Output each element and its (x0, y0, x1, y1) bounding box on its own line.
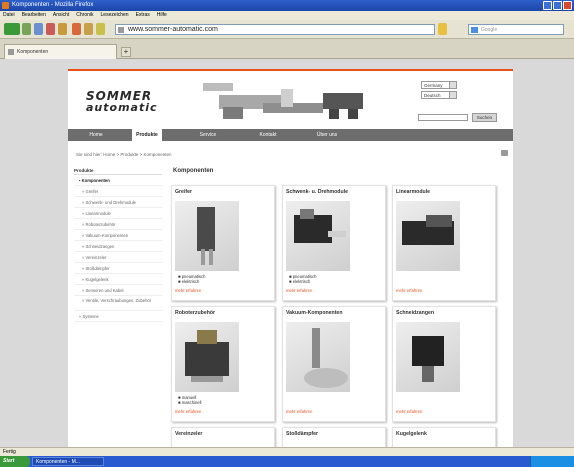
addon-icon[interactable] (72, 23, 81, 35)
sidebar-item-sensoren[interactable]: » Sensoren und Kabel (74, 285, 162, 296)
more-link[interactable]: mehr erfahren (396, 409, 422, 414)
site-search-input[interactable] (418, 114, 468, 121)
menubar: Datei Bearbeiten Ansicht Chronik Lesezei… (0, 11, 574, 20)
site-search-button[interactable]: Suchen (472, 113, 497, 122)
card-linearmodule[interactable]: Linearmodule mehr erfahren (392, 185, 496, 301)
tab-strip: Komponenten + (0, 39, 574, 59)
sidebar-item-linear[interactable]: » Linearmodule (74, 208, 162, 219)
sidebar-item-komponenten[interactable]: ▪ Komponenten (74, 175, 162, 186)
status-text: Fertig (3, 449, 16, 455)
tab-favicon (8, 49, 14, 55)
product-image (286, 322, 350, 392)
nav-service[interactable]: Service (194, 129, 222, 141)
chevron-down-icon (449, 82, 456, 88)
google-icon (471, 27, 478, 33)
page-viewport: SOMMER automatic Germany Deutsch Suchen … (0, 60, 574, 457)
navigation-toolbar: www.sommer-automatic.com Google (0, 20, 574, 39)
card-schwenk-drehmodule[interactable]: Schwenk- u. Drehmodule ■ pneumatisch ■ el… (282, 185, 386, 301)
card-greifer[interactable]: Greifer ■ pneumatisch ■ elektrisch mehr e… (171, 185, 275, 301)
new-tab-button[interactable]: + (121, 47, 131, 57)
search-input[interactable]: Google (468, 24, 564, 35)
status-bar: Fertig (0, 447, 574, 456)
nav-home[interactable]: Home (84, 129, 108, 141)
url-bar[interactable]: www.sommer-automatic.com (115, 24, 435, 35)
more-link[interactable]: mehr erfahren (175, 409, 201, 414)
window-title: Komponenten - Mozilla Firefox (12, 2, 94, 8)
sidebar-item-stossdaempfer[interactable]: » Stoßdämpfer (74, 263, 162, 274)
url-text: www.sommer-automatic.com (128, 26, 218, 33)
print-icon[interactable] (501, 150, 508, 156)
extension-icon[interactable] (96, 23, 105, 35)
sidebar-item-vakuum[interactable]: » Vakuum-Komponenten (74, 230, 162, 241)
start-button[interactable]: Start (0, 456, 30, 467)
home-button[interactable] (58, 23, 67, 35)
sidebar-item-vereinzeler[interactable]: » Vereinzeler (74, 252, 162, 263)
forward-button[interactable] (22, 23, 31, 35)
card-vakuum-komponenten[interactable]: Vakuum-Komponenten mehr erfahren (282, 306, 386, 422)
product-image (175, 322, 239, 392)
more-link[interactable]: mehr erfahren (286, 409, 312, 414)
sidebar-item-ventile[interactable]: » Ventile, Verschraubungen, Zubehör (74, 296, 162, 311)
product-image (396, 201, 460, 271)
nav-produkte[interactable]: Produkte (132, 129, 162, 141)
search-placeholder: Google (481, 27, 498, 33)
tab-komponenten[interactable]: Komponenten (4, 44, 117, 59)
sidebar-item-systeme[interactable]: » Systeme (74, 311, 162, 322)
firefox-icon (2, 2, 9, 9)
sommer-logo[interactable]: SOMMER automatic (86, 90, 166, 113)
sidebar-item-kugelgelenk[interactable]: » Kugelgelenk (74, 274, 162, 285)
sidebar-item-schwenk[interactable]: » Schwenk- und Drehmodule (74, 197, 162, 208)
tab-label: Komponenten (17, 49, 49, 55)
sidebar: Produkte ▪ Komponenten » Greifer » Schwe… (74, 167, 162, 322)
menu-lesezeichen[interactable]: Lesezeichen (101, 11, 129, 20)
maximize-button[interactable] (553, 1, 562, 10)
nav-ueber-uns[interactable]: Über uns (312, 129, 342, 141)
language-select[interactable]: Deutsch (421, 91, 457, 99)
more-link[interactable]: mehr erfahren (175, 288, 201, 293)
menu-datei[interactable]: Datei (3, 11, 15, 20)
product-image (286, 201, 350, 271)
chevron-down-icon (449, 92, 456, 98)
main-navigation: Home Produkte Service Kontakt Über uns (68, 129, 513, 141)
stop-button[interactable] (46, 23, 55, 35)
breadcrumb[interactable]: Sie sind hier: Home > Produkte > Kompone… (76, 152, 172, 157)
menu-extras[interactable]: Extras (136, 11, 150, 20)
window-titlebar: Komponenten - Mozilla Firefox (0, 0, 574, 11)
gripper-header-image (203, 83, 363, 119)
taskbar: Start Komponenten - M... (0, 456, 574, 467)
system-tray (530, 456, 574, 467)
more-link[interactable]: mehr erfahren (396, 288, 422, 293)
sidebar-head[interactable]: Produkte (74, 167, 162, 175)
taskbar-firefox-item[interactable]: Komponenten - M... (32, 457, 104, 466)
menu-chronik[interactable]: Chronik (76, 11, 93, 20)
menu-hilfe[interactable]: Hilfe (157, 11, 167, 20)
product-image (175, 201, 239, 271)
card-schneidzangen[interactable]: Schneidzangen mehr erfahren (392, 306, 496, 422)
sidebar-item-schneidzangen[interactable]: » Schneidzangen (74, 241, 162, 252)
close-button[interactable] (563, 1, 572, 10)
nav-kontakt[interactable]: Kontakt (254, 129, 282, 141)
more-link[interactable]: mehr erfahren (286, 288, 312, 293)
bookmark-icon[interactable] (84, 23, 93, 35)
sidebar-item-greifer[interactable]: » Greifer (74, 186, 162, 197)
card-roboterzubehoer[interactable]: Roboterzubehör ■ manuell ■ maschinell meh… (171, 306, 275, 422)
website: SOMMER automatic Germany Deutsch Suchen … (68, 69, 513, 457)
reload-button[interactable] (34, 23, 43, 35)
sidebar-item-roboter[interactable]: » Roboterzubehör (74, 219, 162, 230)
menu-ansicht[interactable]: Ansicht (53, 11, 69, 20)
site-favicon (118, 27, 124, 33)
menu-bearbeiten[interactable]: Bearbeiten (22, 11, 46, 20)
minimize-button[interactable] (543, 1, 552, 10)
star-icon[interactable] (438, 23, 447, 35)
country-select[interactable]: Germany (421, 81, 457, 89)
page-title: Komponenten (173, 168, 214, 174)
product-image (396, 322, 460, 392)
back-button[interactable] (4, 23, 20, 35)
